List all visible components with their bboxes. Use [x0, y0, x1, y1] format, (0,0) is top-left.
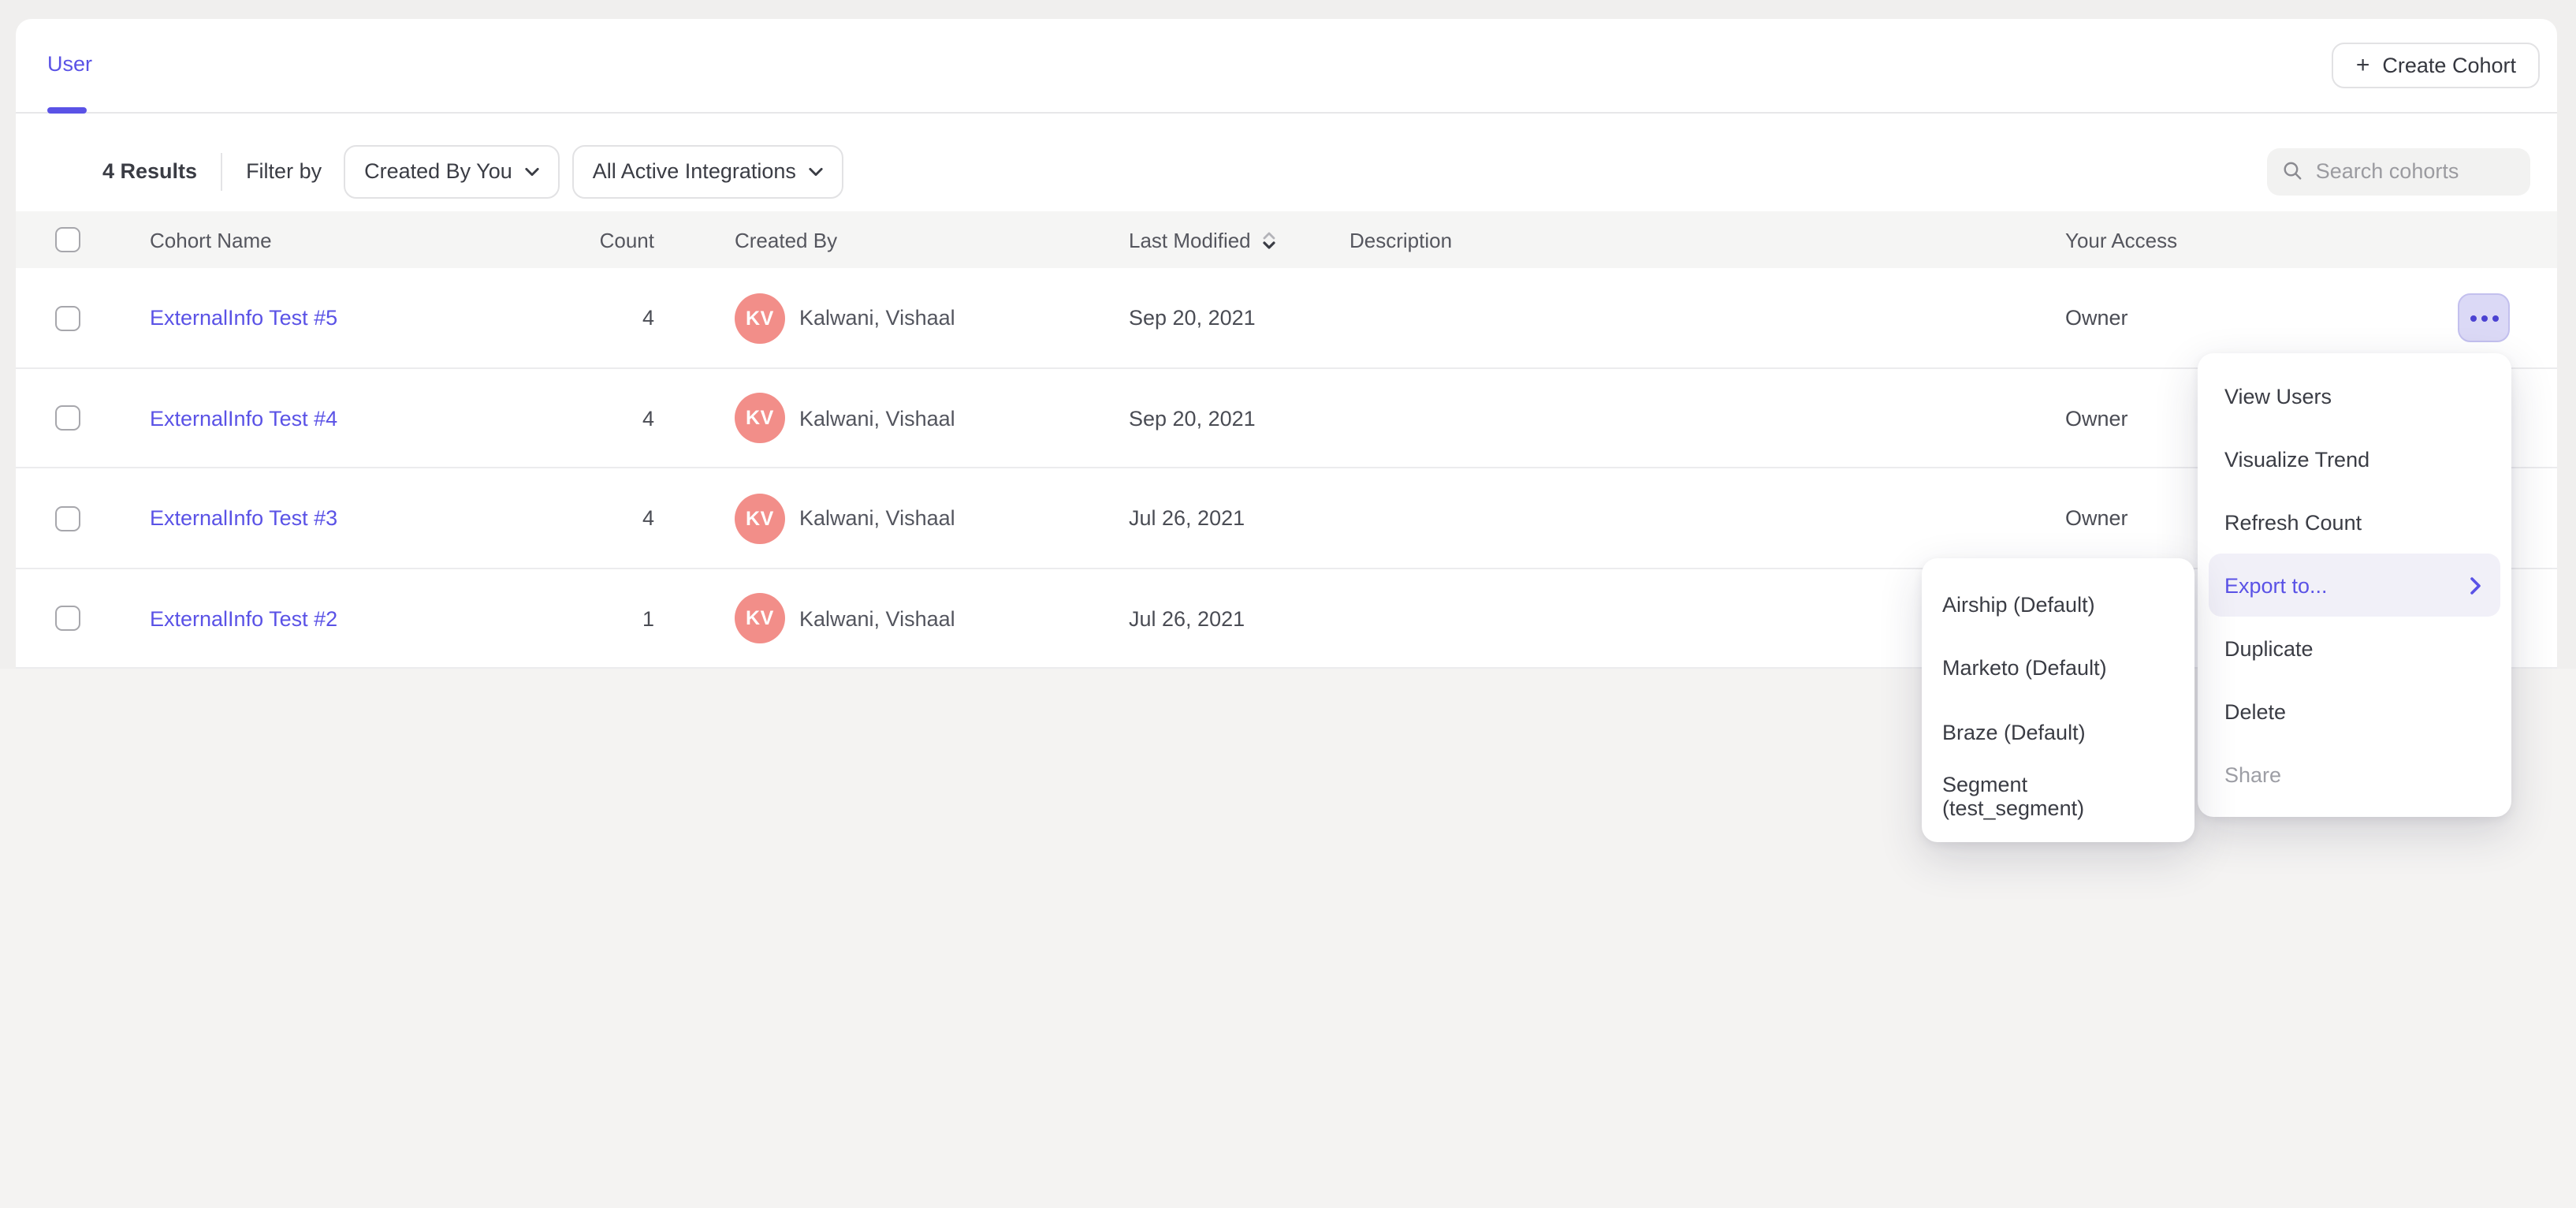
header-description[interactable]: Description — [1349, 211, 1452, 268]
menu-item-delete[interactable]: Delete — [2209, 680, 2500, 743]
last-modified-cell: Jul 26, 2021 — [1129, 569, 1245, 669]
your-access-cell: Owner — [2065, 468, 2128, 569]
menu-item-export-to[interactable]: Export to... — [2209, 554, 2500, 617]
ellipsis-icon — [2481, 315, 2487, 322]
header-last-modified-label: Last Modified — [1129, 228, 1251, 252]
submenu-item-braze[interactable]: Braze (Default) — [1931, 700, 2185, 764]
select-all-cell — [54, 211, 80, 268]
header-created-by[interactable]: Created By — [735, 211, 837, 268]
menu-item-view-users[interactable]: View Users — [2209, 364, 2500, 427]
row-checkbox-cell — [54, 468, 80, 569]
menu-item-duplicate[interactable]: Duplicate — [2209, 617, 2500, 680]
avatar: KV — [735, 293, 785, 344]
last-modified-cell: Sep 20, 2021 — [1129, 268, 1256, 368]
cohort-name-link[interactable]: ExternalInfo Test #3 — [150, 507, 337, 531]
active-tab-indicator — [47, 107, 87, 113]
created-by-filter-label: Created By You — [364, 160, 512, 184]
table-row: ExternalInfo Test #3 4 KV Kalwani, Visha… — [16, 468, 2557, 569]
row-checkbox[interactable] — [54, 406, 80, 431]
tab-bar: User + Create Cohort — [16, 19, 2557, 113]
row-checkbox[interactable] — [54, 306, 80, 331]
create-cohort-label: Create Cohort — [2382, 54, 2516, 77]
row-checkbox[interactable] — [54, 606, 80, 632]
menu-item-refresh-count[interactable]: Refresh Count — [2209, 490, 2500, 554]
cohort-name-cell: ExternalInfo Test #5 — [150, 268, 337, 368]
table-row: ExternalInfo Test #4 4 KV Kalwani, Visha… — [16, 368, 2557, 468]
header-last-modified[interactable]: Last Modified — [1129, 211, 1276, 268]
your-access-cell: Owner — [2065, 368, 2128, 468]
count-cell: 4 — [536, 268, 654, 368]
created-by-cell: KV Kalwani, Vishaal — [735, 569, 955, 669]
cohorts-page: User + Create Cohort 4 Results Filter by… — [0, 0, 2576, 1208]
row-checkbox-cell — [54, 368, 80, 468]
created-by-cell: KV Kalwani, Vishaal — [735, 268, 955, 368]
tab-user[interactable]: User — [47, 52, 92, 76]
row-checkbox[interactable] — [54, 506, 80, 531]
header-your-access[interactable]: Your Access — [2065, 211, 2177, 268]
avatar: KV — [735, 494, 785, 544]
ellipsis-icon — [2492, 315, 2498, 322]
cohort-name-link[interactable]: ExternalInfo Test #5 — [150, 307, 337, 330]
submenu-item-segment[interactable]: Segment (test_segment) — [1931, 764, 2185, 828]
header-cohort-name[interactable]: Cohort Name — [150, 211, 272, 268]
menu-item-visualize-trend[interactable]: Visualize Trend — [2209, 427, 2500, 490]
count-cell: 4 — [536, 468, 654, 569]
filter-by-label: Filter by — [246, 160, 322, 184]
creator-name: Kalwani, Vishaal — [799, 507, 955, 531]
ellipsis-icon — [2470, 315, 2476, 322]
cohort-name-cell: ExternalInfo Test #3 — [150, 468, 337, 569]
create-cohort-button[interactable]: + Create Cohort — [2332, 43, 2540, 88]
created-by-cell: KV Kalwani, Vishaal — [735, 368, 955, 468]
cohort-name-cell: ExternalInfo Test #2 — [150, 569, 337, 669]
integrations-filter-label: All Active Integrations — [593, 160, 796, 184]
cohort-name-link[interactable]: ExternalInfo Test #4 — [150, 407, 337, 431]
avatar: KV — [735, 393, 785, 444]
menu-item-export-to-label: Export to... — [2224, 573, 2328, 597]
last-modified-cell: Jul 26, 2021 — [1129, 468, 1245, 569]
created-by-filter-dropdown[interactable]: Created By You — [344, 145, 560, 199]
last-modified-cell: Sep 20, 2021 — [1129, 368, 1256, 468]
menu-item-share: Share — [2209, 743, 2500, 806]
cohort-name-link[interactable]: ExternalInfo Test #2 — [150, 607, 337, 631]
select-all-checkbox[interactable] — [54, 227, 80, 252]
chevron-right-icon — [2470, 576, 2481, 594]
cohort-name-cell: ExternalInfo Test #4 — [150, 368, 337, 468]
search-icon — [2283, 160, 2303, 184]
table-header: Cohort Name Count Created By Last Modifi… — [16, 211, 2557, 268]
row-actions-button[interactable] — [2458, 294, 2510, 343]
header-count[interactable]: Count — [536, 211, 654, 268]
table-row: ExternalInfo Test #5 4 KV Kalwani, Visha… — [16, 268, 2557, 368]
count-cell: 4 — [536, 368, 654, 468]
sort-icon[interactable] — [1264, 231, 1276, 248]
plus-icon: + — [2356, 53, 2370, 76]
creator-name: Kalwani, Vishaal — [799, 307, 955, 330]
submenu-item-marketo[interactable]: Marketo (Default) — [1931, 636, 2185, 700]
submenu-item-airship[interactable]: Airship (Default) — [1931, 572, 2185, 636]
chevron-down-icon — [525, 167, 539, 177]
results-count: 4 Results — [102, 160, 197, 184]
divider — [221, 153, 222, 191]
integrations-filter-dropdown[interactable]: All Active Integrations — [572, 145, 843, 199]
count-cell: 1 — [536, 569, 654, 669]
export-submenu: Airship (Default) Marketo (Default) Braz… — [1922, 558, 2194, 842]
your-access-cell: Owner — [2065, 268, 2128, 368]
row-context-menu: View Users Visualize Trend Refresh Count… — [2198, 353, 2511, 817]
chevron-down-icon — [809, 167, 823, 177]
avatar: KV — [735, 594, 785, 644]
search-box[interactable] — [2267, 148, 2530, 196]
search-input[interactable] — [2316, 160, 2515, 184]
creator-name: Kalwani, Vishaal — [799, 407, 955, 431]
creator-name: Kalwani, Vishaal — [799, 607, 955, 631]
created-by-cell: KV Kalwani, Vishaal — [735, 468, 955, 569]
row-checkbox-cell — [54, 569, 80, 669]
row-checkbox-cell — [54, 268, 80, 368]
